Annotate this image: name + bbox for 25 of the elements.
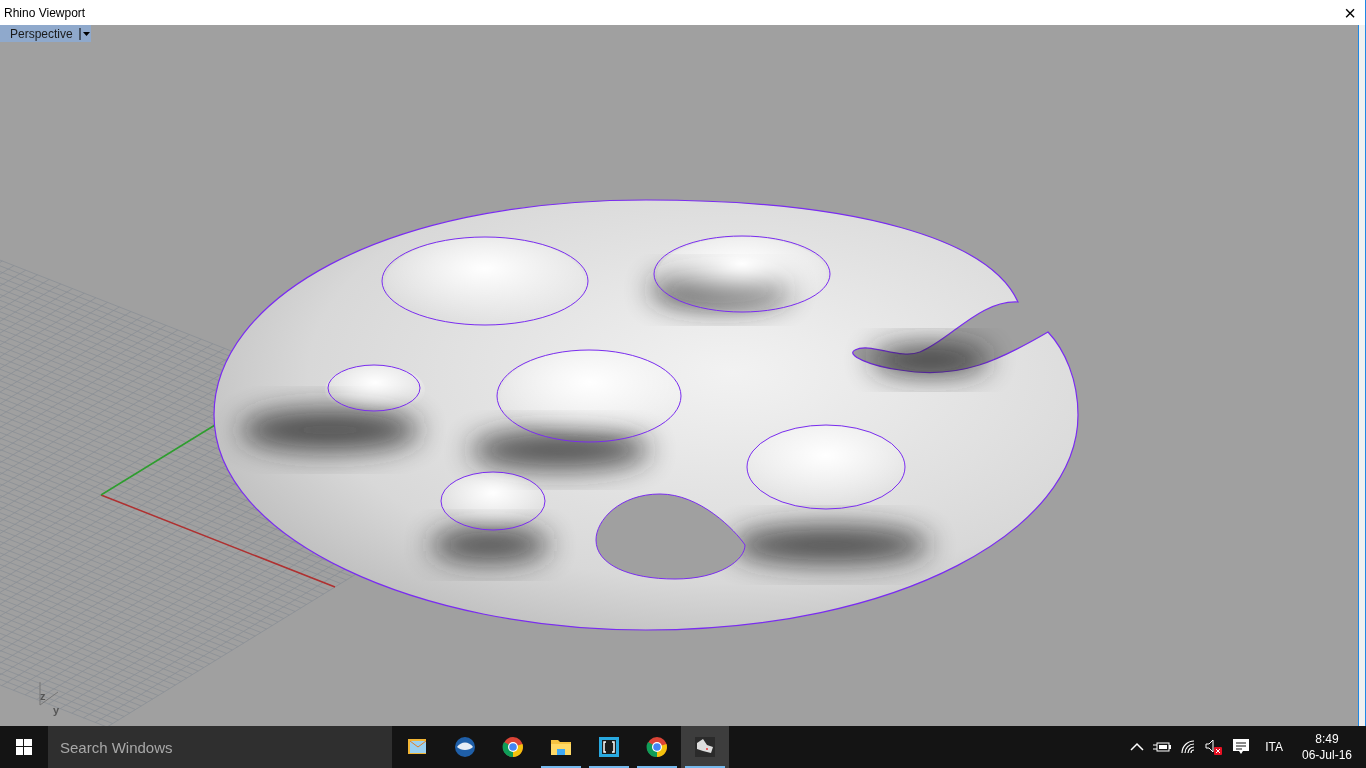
- brackets-icon: [597, 735, 621, 759]
- clock-date[interactable]: 06-Jul-16: [1301, 747, 1352, 763]
- viewport-tab[interactable]: Perspective: [0, 25, 91, 42]
- window-title: Rhino Viewport: [3, 4, 86, 22]
- axis-label: z: [40, 689, 46, 704]
- wifi-icon[interactable]: [1180, 740, 1197, 754]
- notification-icon[interactable]: [1232, 738, 1251, 756]
- muted-speaker-icon[interactable]: [1205, 739, 1224, 755]
- bird-globe-icon: [453, 735, 477, 759]
- battery-icon[interactable]: [1153, 741, 1172, 753]
- dropdown-caret-icon[interactable]: [78, 26, 91, 41]
- axis-gizmo-icon: [39, 681, 59, 706]
- windows-logo-icon: [16, 739, 32, 755]
- perspective-viewport[interactable]: Perspective z y: [0, 25, 1358, 726]
- taskbar-app-button[interactable]: [681, 726, 729, 768]
- browser-icon: [645, 735, 669, 759]
- rhino-icon: [693, 735, 717, 759]
- axis-label: y: [53, 703, 60, 718]
- clock-time[interactable]: 8:49: [1315, 731, 1339, 747]
- browser-icon: [501, 735, 525, 759]
- input-language-button[interactable]: ITA: [1259, 738, 1289, 756]
- chevron-up-icon[interactable]: [1130, 742, 1145, 752]
- search-field[interactable]: Search Windows: [48, 726, 392, 768]
- close-button[interactable]: ×: [1335, 0, 1365, 25]
- viewport-label[interactable]: Perspective: [0, 25, 79, 43]
